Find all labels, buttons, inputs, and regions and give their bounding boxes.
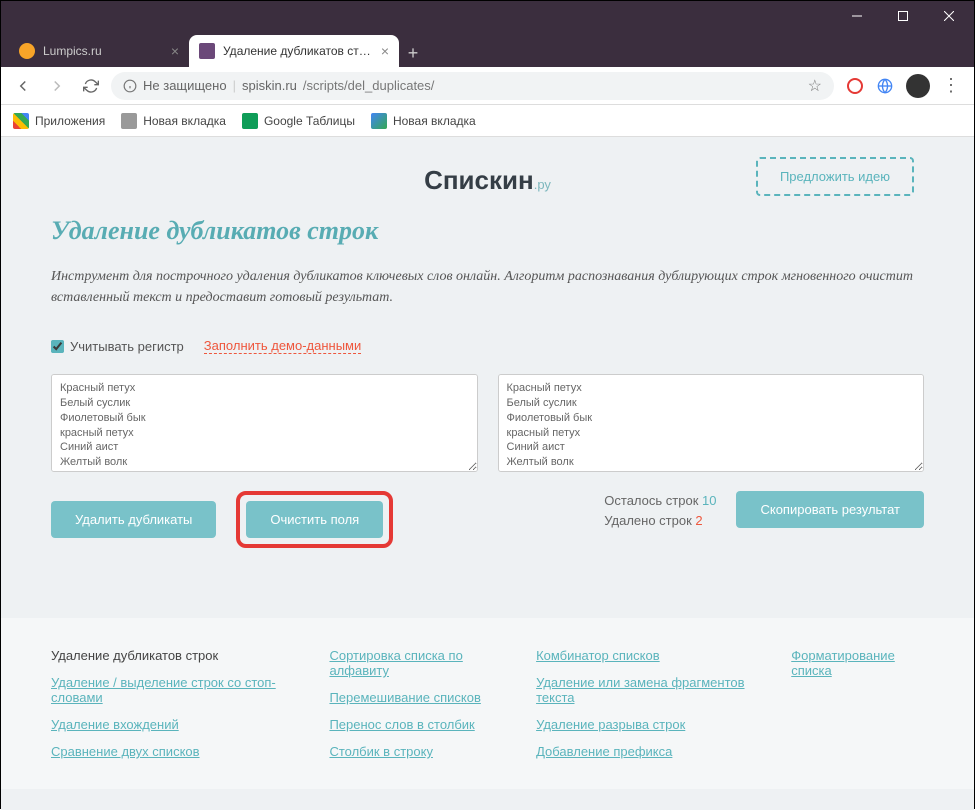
- forward-button[interactable]: [43, 72, 71, 100]
- footer-links: Удаление дубликатов строк Удаление / выд…: [1, 618, 974, 789]
- url-path: /scripts/del_duplicates/: [303, 78, 435, 93]
- bookmark-item[interactable]: Новая вкладка: [371, 113, 476, 129]
- page-description: Инструмент для построчного удаления дубл…: [51, 266, 924, 308]
- maximize-button[interactable]: [880, 1, 926, 31]
- bookmark-item[interactable]: Новая вкладка: [121, 113, 226, 129]
- image-icon: [371, 113, 387, 129]
- star-icon[interactable]: ☆: [808, 76, 822, 96]
- minimize-button[interactable]: [834, 1, 880, 31]
- menu-button[interactable]: ⋮: [942, 77, 960, 95]
- stats-block: Осталось строк 10 Удалено строк 2: [604, 491, 716, 530]
- page-content: Спискин.ру Предложить идею Удаление дубл…: [1, 137, 974, 810]
- apps-icon: [13, 113, 29, 129]
- window-titlebar: [1, 1, 974, 31]
- reload-button[interactable]: [77, 72, 105, 100]
- extension-icon[interactable]: [846, 77, 864, 95]
- footer-link[interactable]: Перемешивание списков: [329, 690, 506, 705]
- page-icon: [121, 113, 137, 129]
- url-input[interactable]: Не защищено | spiskin.ru/scripts/del_dup…: [111, 72, 834, 100]
- favicon-icon: [19, 43, 35, 59]
- favicon-icon: [199, 43, 215, 59]
- footer-link[interactable]: Сортировка списка по алфавиту: [329, 648, 506, 678]
- bookmark-item[interactable]: Google Таблицы: [242, 113, 355, 129]
- tab-title: Удаление дубликатов строк - уд: [223, 44, 373, 58]
- output-textarea[interactable]: [498, 374, 925, 472]
- footer-link[interactable]: Сравнение двух списков: [51, 744, 299, 759]
- url-host: spiskin.ru: [242, 78, 297, 93]
- footer-link[interactable]: Перенос слов в столбик: [329, 717, 506, 732]
- extension-icon[interactable]: [876, 77, 894, 95]
- tab-close-icon[interactable]: ×: [171, 43, 179, 59]
- browser-tab[interactable]: Lumpics.ru ×: [9, 35, 189, 67]
- security-label: Не защищено: [143, 78, 227, 93]
- back-button[interactable]: [9, 72, 37, 100]
- footer-link[interactable]: Добавление префикса: [536, 744, 761, 759]
- footer-link[interactable]: Столбик в строку: [329, 744, 506, 759]
- copy-result-button[interactable]: Скопировать результат: [736, 491, 924, 528]
- footer-link[interactable]: Удаление вхождений: [51, 717, 299, 732]
- footer-heading: Удаление дубликатов строк: [51, 648, 299, 663]
- footer-link[interactable]: Удаление разрыва строк: [536, 717, 761, 732]
- footer-link[interactable]: Удаление или замена фрагментов текста: [536, 675, 761, 705]
- case-checkbox-input[interactable]: [51, 340, 64, 353]
- input-textarea[interactable]: [51, 374, 478, 472]
- browser-addressbar: Не защищено | spiskin.ru/scripts/del_dup…: [1, 67, 974, 105]
- case-sensitive-checkbox[interactable]: Учитывать регистр: [51, 339, 184, 354]
- footer-link[interactable]: Комбинатор списков: [536, 648, 761, 663]
- info-icon: [123, 79, 137, 93]
- tab-title: Lumpics.ru: [43, 44, 163, 58]
- new-tab-button[interactable]: +: [399, 39, 427, 67]
- profile-avatar[interactable]: [906, 74, 930, 98]
- browser-tab[interactable]: Удаление дубликатов строк - уд ×: [189, 35, 399, 67]
- suggest-idea-button[interactable]: Предложить идею: [756, 157, 914, 196]
- footer-link[interactable]: Удаление / выделение строк со стоп-слова…: [51, 675, 299, 705]
- bookmarks-bar: Приложения Новая вкладка Google Таблицы …: [1, 105, 974, 137]
- remove-duplicates-button[interactable]: Удалить дубликаты: [51, 501, 216, 538]
- footer-link[interactable]: Форматирование списка: [791, 648, 924, 678]
- clear-fields-button[interactable]: Очистить поля: [246, 501, 383, 538]
- page-title: Удаление дубликатов строк: [51, 216, 924, 246]
- sheets-icon: [242, 113, 258, 129]
- apps-button[interactable]: Приложения: [13, 113, 105, 129]
- tab-close-icon[interactable]: ×: [381, 43, 389, 59]
- site-logo[interactable]: Спискин.ру: [424, 165, 551, 196]
- close-button[interactable]: [926, 1, 972, 31]
- highlight-annotation: Очистить поля: [236, 491, 393, 548]
- browser-tabstrip: Lumpics.ru × Удаление дубликатов строк -…: [1, 31, 974, 67]
- fill-demo-link[interactable]: Заполнить демо-данными: [204, 338, 361, 354]
